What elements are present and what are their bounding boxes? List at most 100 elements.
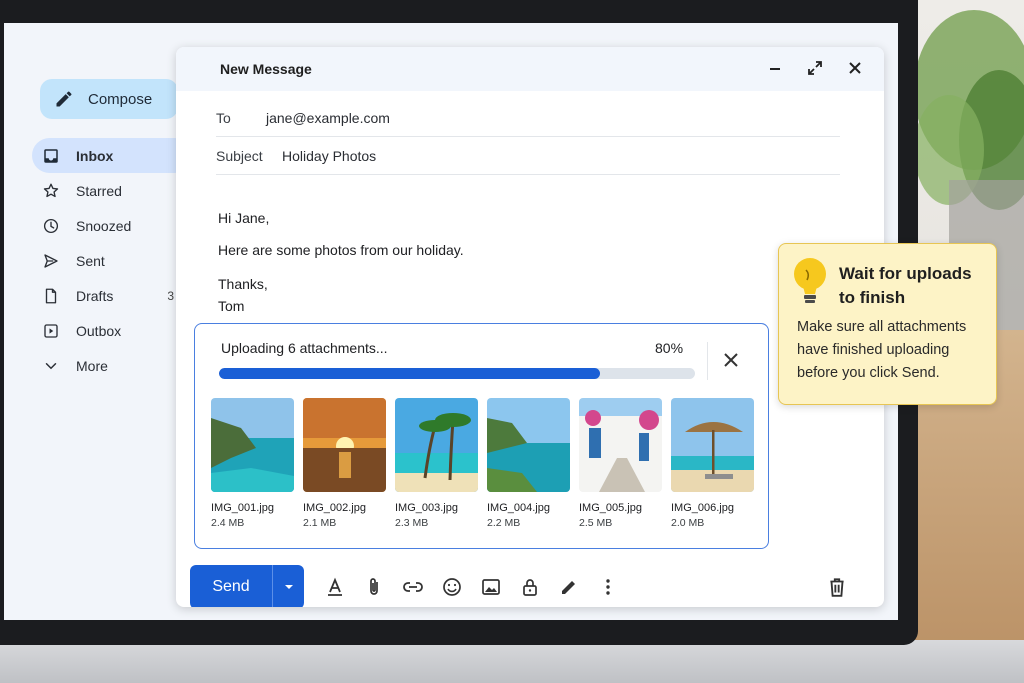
attachment-name: IMG_004.jpg (487, 502, 550, 514)
attachment-item[interactable]: IMG_002.jpg 2.1 MB (303, 398, 386, 529)
attachment-name: IMG_005.jpg (579, 502, 642, 514)
photo-thumbnail-bay (487, 398, 570, 492)
compose-label: Compose (88, 90, 153, 108)
lock-icon (523, 579, 537, 596)
body-line: Tom (218, 298, 245, 314)
clock-icon (43, 218, 59, 233)
attachment-size: 2.2 MB (487, 517, 521, 529)
signature-button[interactable] (558, 576, 580, 598)
emoji-icon (443, 578, 461, 596)
divider (707, 342, 708, 380)
compose-title: New Message (220, 61, 312, 77)
emoji-button[interactable] (441, 576, 463, 598)
attachment-size: 2.4 MB (211, 517, 245, 529)
drafts-count: 3 (167, 288, 174, 303)
sidebar-item-snoozed[interactable]: Snoozed (32, 208, 192, 243)
format-text-icon (328, 577, 342, 596)
sidebar-item-label: Snoozed (76, 217, 132, 234)
subject-input[interactable]: Holiday Photos (282, 148, 376, 164)
photo-thumbnail-village (579, 398, 662, 492)
subject-label: Subject (216, 147, 263, 164)
attachment-size: 2.1 MB (303, 517, 337, 529)
sidebar-item-starred[interactable]: Starred (32, 173, 192, 208)
inbox-icon (44, 148, 58, 163)
format-text-button[interactable] (324, 576, 346, 598)
expand-icon (808, 61, 822, 75)
discard-draft-icon[interactable] (826, 576, 848, 598)
sidebar-item-inbox[interactable]: Inbox (32, 138, 192, 173)
image-icon (482, 579, 500, 595)
compose-header: New Message (176, 47, 884, 91)
lightbulb-icon (794, 258, 826, 303)
minimize-button[interactable] (764, 57, 786, 79)
cancel-upload-icon[interactable] (721, 350, 741, 370)
attachment-item[interactable]: IMG_003.jpg 2.3 MB (395, 398, 478, 529)
sidebar-item-more[interactable]: More (32, 348, 192, 383)
body-line: Here are some photos from our holiday. (218, 242, 464, 258)
send-button[interactable]: Send (190, 565, 272, 607)
body-line (218, 261, 464, 273)
sidebar-item-label: Outbox (76, 322, 122, 339)
attachment-name: IMG_001.jpg (211, 502, 274, 514)
screen: Compose Inbox Starred Snoozed Sent Draft… (4, 23, 898, 620)
laptop-base (0, 640, 1024, 683)
body-line (218, 229, 464, 239)
minimize-icon (770, 68, 780, 70)
send-options-button[interactable] (272, 565, 304, 607)
sidebar-item-label: Drafts (76, 287, 114, 304)
send-icon (44, 253, 58, 268)
upload-panel: Uploading 6 attachments... 80% IMG_001.j… (194, 323, 769, 549)
outbox-icon (44, 323, 58, 338)
sidebar-item-label: More (76, 357, 108, 374)
attach-icon (370, 578, 378, 595)
signature-icon (562, 581, 575, 594)
compose-button[interactable]: Compose (40, 79, 178, 119)
window-controls (764, 57, 866, 79)
to-input[interactable]: jane@example.com (266, 110, 390, 126)
sidebar: Compose Inbox Starred Snoozed Sent Draft… (4, 23, 194, 620)
close-icon (849, 62, 861, 74)
photo-thumbnail-parasol (671, 398, 754, 492)
attachment-item[interactable]: IMG_001.jpg 2.4 MB (211, 398, 294, 529)
to-label: To (216, 109, 231, 126)
upload-progress-bar (219, 368, 695, 379)
attachment-item[interactable]: IMG_006.jpg 2.0 MB (671, 398, 754, 529)
upload-status: Uploading 6 attachments... (221, 340, 388, 356)
confidential-button[interactable] (519, 576, 541, 598)
tooltip-body: Make sure all attachments have finished … (797, 319, 967, 381)
upload-progress-fill (219, 368, 600, 379)
chevron-down-icon (45, 362, 57, 369)
sidebar-item-sent[interactable]: Sent (32, 243, 192, 278)
attachment-size: 2.0 MB (671, 517, 705, 529)
link-icon (403, 582, 423, 592)
sidebar-item-label: Inbox (76, 147, 114, 164)
attachment-item[interactable]: IMG_005.jpg 2.5 MB (579, 398, 662, 529)
photo-thumbnail-palms (395, 398, 478, 492)
attachment-size: 2.3 MB (395, 517, 429, 529)
message-body[interactable]: Hi Jane, Here are some photos from our h… (218, 207, 464, 317)
draft-icon (45, 288, 57, 303)
link-button[interactable] (402, 576, 424, 598)
expand-button[interactable] (804, 57, 826, 79)
upload-percent: 80% (655, 340, 684, 356)
close-button[interactable] (844, 57, 866, 79)
formatting-tools (324, 576, 619, 598)
more-options-icon (606, 579, 610, 595)
star-icon (43, 183, 59, 197)
photo-thumbnail-sunset (303, 398, 386, 492)
attachment-name: IMG_006.jpg (671, 502, 734, 514)
attachment-name: IMG_003.jpg (395, 502, 458, 514)
insert-photo-button[interactable] (480, 576, 502, 598)
attachment-item[interactable]: IMG_004.jpg 2.2 MB (487, 398, 570, 529)
sidebar-item-label: Starred (76, 182, 122, 199)
body-line: Thanks, (218, 276, 268, 292)
sidebar-item-outbox[interactable]: Outbox (32, 313, 192, 348)
more-options-button[interactable] (597, 576, 619, 598)
attach-button[interactable] (363, 576, 385, 598)
sidebar-item-drafts[interactable]: Drafts 3 (32, 278, 192, 313)
caret-down-icon (284, 585, 293, 589)
compose-toolbar: Send (190, 565, 870, 607)
subject-row: Subject Holiday Photos (216, 137, 840, 175)
upload-warning-tooltip: Wait for uploads to finish Make sure all… (778, 243, 997, 405)
photo-thumbnail-coast (211, 398, 294, 492)
